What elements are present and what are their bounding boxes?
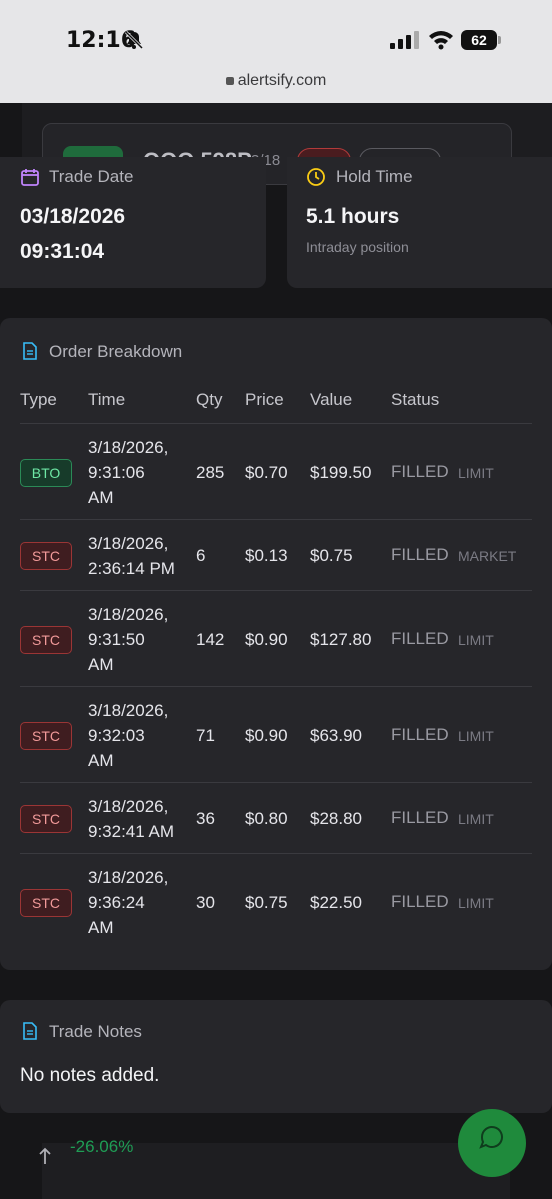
wifi-icon xyxy=(429,31,453,50)
battery-icon: 62 xyxy=(461,30,497,50)
bell-slash-icon xyxy=(124,30,144,50)
order-kind: MARKET xyxy=(458,548,517,564)
order-value: $28.80 xyxy=(310,809,362,828)
col-price: Price xyxy=(245,390,284,409)
trade-time-value: 09:31:04 xyxy=(20,240,105,263)
order-qty: 71 xyxy=(196,726,215,745)
table-row: BTO 3/18/2026, 9:31:06 AM 285 $0.70 $199.5… xyxy=(20,423,532,520)
order-type-badge: STC xyxy=(20,626,72,654)
order-status: FILLED xyxy=(391,545,449,564)
page: QQQ 598P 3/18 Put Manual Trade Date 03/1… xyxy=(0,103,552,1199)
order-type-badge: STC xyxy=(20,889,72,917)
cellular-signal-icon xyxy=(390,31,419,49)
col-status: Status xyxy=(391,390,440,409)
order-status: FILLED xyxy=(391,808,449,827)
order-time: 3/18/2026, 9:31:50 AM xyxy=(88,605,169,674)
col-value: Value xyxy=(310,390,353,409)
order-type-badge: STC xyxy=(20,722,72,750)
trade-notes-title: Trade Notes xyxy=(49,1022,142,1041)
order-qty: 30 xyxy=(196,893,215,912)
chat-icon xyxy=(479,1126,503,1149)
order-price: $0.90 xyxy=(245,630,288,649)
table-row: STC 3/18/2026, 9:31:50 AM 142 $0.90 $127.8… xyxy=(20,590,532,687)
clock-icon xyxy=(307,168,325,186)
battery-tip xyxy=(498,36,501,44)
col-type: Type xyxy=(20,390,57,409)
order-status: FILLED xyxy=(391,629,449,648)
trade-date-card: Trade Date 03/18/2026 09:31:04 xyxy=(0,157,266,288)
order-kind: LIMIT xyxy=(458,465,494,481)
order-breakdown-title: Order Breakdown xyxy=(49,342,183,361)
order-time: 3/18/2026, 9:36:24 AM xyxy=(88,868,169,937)
status-bar: 12:16 62 alertsify.com xyxy=(0,0,552,103)
calendar-icon xyxy=(21,169,39,186)
order-time: 3/18/2026, 9:31:06 AM xyxy=(88,438,169,507)
order-time: 3/18/2026, 9:32:03 AM xyxy=(88,701,169,770)
order-type-badge: STC xyxy=(20,542,72,570)
order-status: FILLED xyxy=(391,892,449,911)
order-value: $127.80 xyxy=(310,630,372,649)
lock-icon xyxy=(225,76,234,85)
order-status: FILLED xyxy=(391,725,449,744)
hold-time-note: Intraday position xyxy=(306,239,409,255)
trade-notes-card: Trade Notes No notes added. xyxy=(0,1000,552,1113)
order-price: $0.80 xyxy=(245,809,288,828)
order-value: $63.90 xyxy=(310,726,362,745)
order-value: $0.75 xyxy=(310,546,353,565)
table-row: STC 3/18/2026, 9:32:41 AM 36 $0.80 $28.80… xyxy=(20,782,532,854)
order-kind: LIMIT xyxy=(458,632,494,648)
order-price: $0.90 xyxy=(245,726,288,745)
document-icon xyxy=(23,1022,37,1040)
order-time: 3/18/2026, 2:36:14 PM xyxy=(88,534,175,578)
order-price: $0.13 xyxy=(245,546,288,565)
order-qty: 285 xyxy=(196,463,225,482)
order-type-badge: STC xyxy=(20,805,72,833)
order-kind: LIMIT xyxy=(458,811,494,827)
arrow-up-icon[interactable] xyxy=(38,1147,52,1165)
hold-time-title: Hold Time xyxy=(336,167,413,186)
pnl-percent: -26.06% xyxy=(70,1137,134,1156)
table-row: STC 3/18/2026, 9:32:03 AM 71 $0.90 $63.90 … xyxy=(20,686,532,783)
order-breakdown-card: Order Breakdown Type Time Qty Price Valu… xyxy=(0,318,552,970)
hold-time-card: Hold Time 5.1 hours Intraday position xyxy=(287,157,552,288)
col-qty: Qty xyxy=(196,390,223,409)
order-kind: LIMIT xyxy=(458,728,494,744)
chat-fab-button[interactable] xyxy=(458,1109,526,1177)
url-text: alertsify.com xyxy=(237,72,327,89)
order-qty: 142 xyxy=(196,630,225,649)
order-kind: LIMIT xyxy=(458,895,494,911)
url-bar[interactable]: alertsify.com xyxy=(0,72,552,90)
order-price: $0.75 xyxy=(245,893,288,912)
col-time: Time xyxy=(88,390,126,409)
trade-notes-body: No notes added. xyxy=(20,1065,160,1086)
order-type-badge: BTO xyxy=(20,459,72,487)
table-row: STC 3/18/2026, 2:36:14 PM 6 $0.13 $0.75 F… xyxy=(20,519,532,591)
document-icon xyxy=(23,342,37,360)
order-value: $199.50 xyxy=(310,463,372,482)
trade-date-value: 03/18/2026 xyxy=(20,205,126,228)
order-qty: 36 xyxy=(196,809,215,828)
table-row: STC 3/18/2026, 9:36:24 AM 30 $0.75 $22.50 … xyxy=(20,853,532,950)
order-status: FILLED xyxy=(391,462,449,481)
order-price: $0.70 xyxy=(245,463,288,482)
order-time: 3/18/2026, 9:32:41 AM xyxy=(88,797,175,841)
hold-time-value: 5.1 hours xyxy=(306,205,400,228)
table-header: Type Time Qty Price Value Status xyxy=(0,390,552,424)
order-qty: 6 xyxy=(196,546,206,565)
trade-date-title: Trade Date xyxy=(49,167,134,186)
order-value: $22.50 xyxy=(310,893,362,912)
